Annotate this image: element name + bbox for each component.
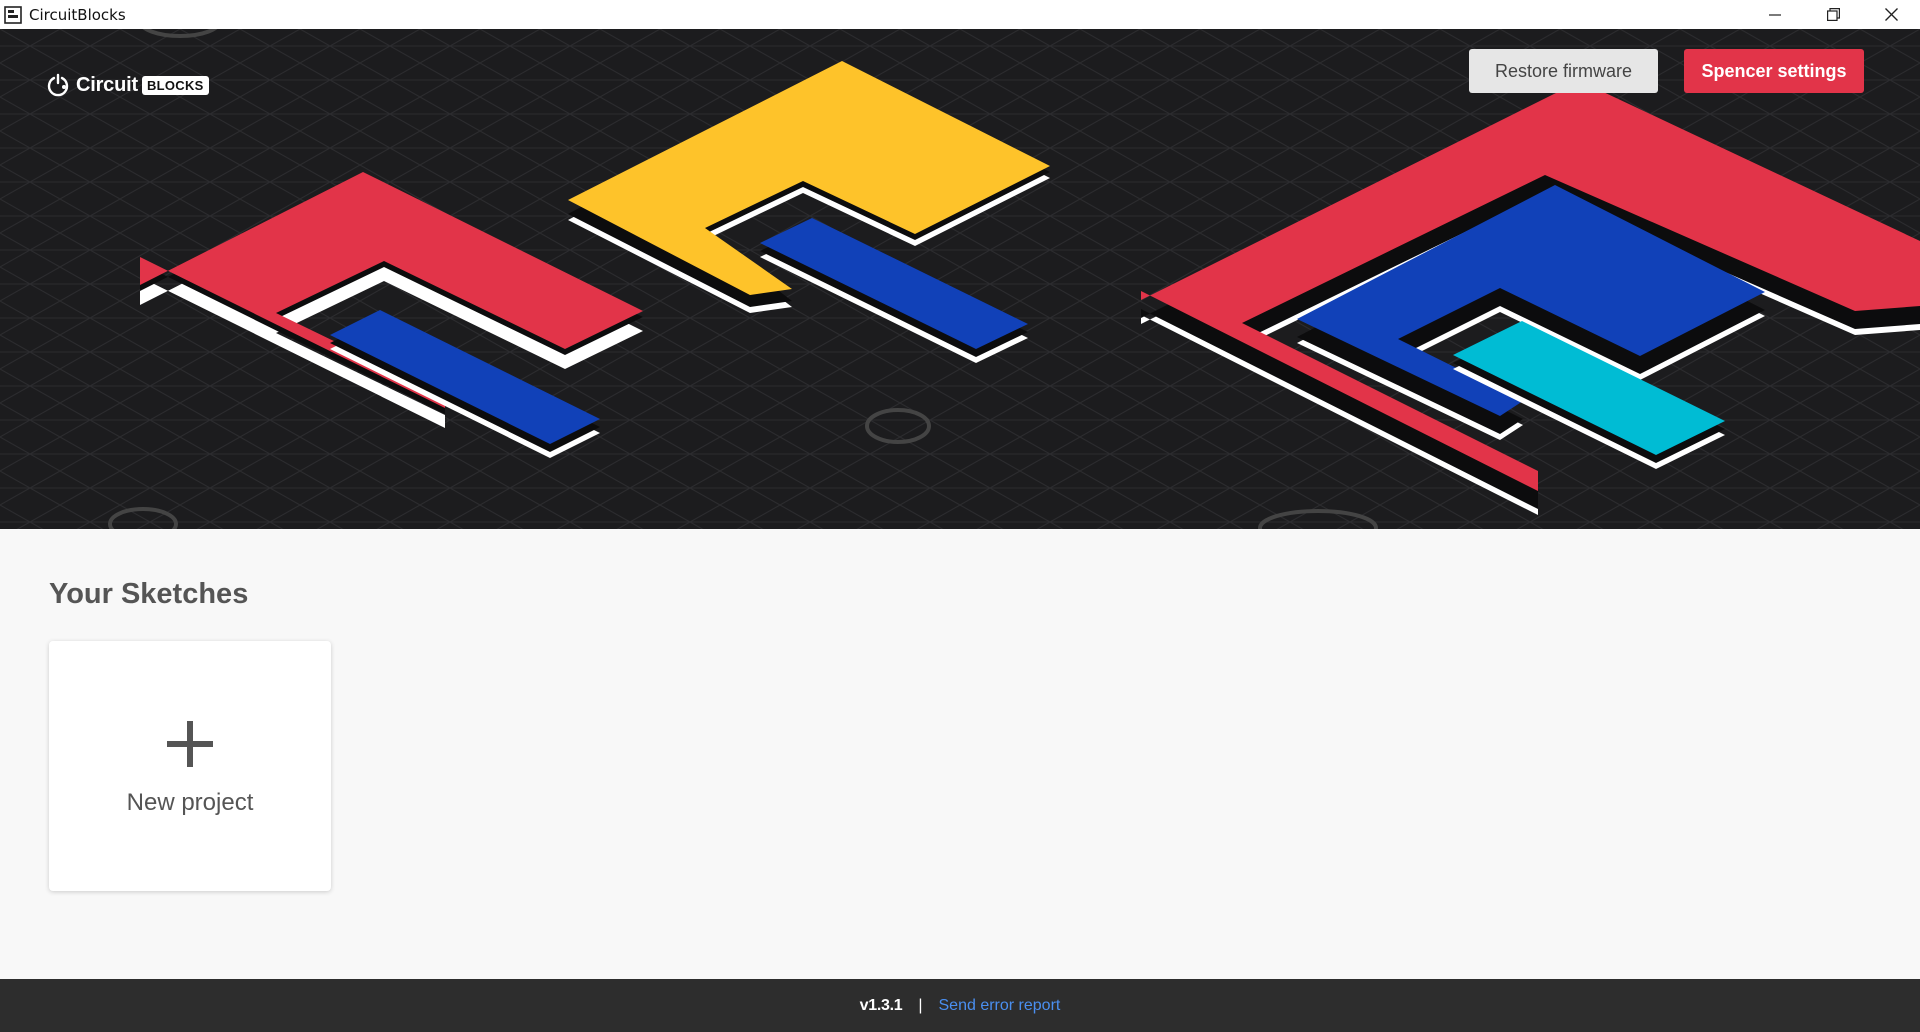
restore-window-icon xyxy=(1826,8,1840,21)
minimize-button[interactable] xyxy=(1746,0,1804,29)
circuitblocks-logo: Circuit BLOCKS xyxy=(46,73,209,97)
restore-window-button[interactable] xyxy=(1804,0,1862,29)
close-icon xyxy=(1884,8,1898,21)
new-project-label: New project xyxy=(126,789,254,816)
window-title: CircuitBlocks xyxy=(29,5,126,24)
close-window-button[interactable] xyxy=(1862,0,1920,29)
power-circuit-icon xyxy=(47,73,69,97)
sketches-title: Your Sketches xyxy=(49,578,249,610)
logo-badge: BLOCKS xyxy=(141,75,209,95)
hero-illustration xyxy=(0,29,1920,529)
footer-bar: v1.3.1 | Send error report xyxy=(0,979,1920,1032)
logo-word: Circuit xyxy=(76,73,138,96)
restore-firmware-button[interactable]: Restore firmware xyxy=(1469,49,1658,93)
hero-banner: Circuit BLOCKS Restore firmware Spencer … xyxy=(0,29,1920,529)
minimize-icon xyxy=(1769,13,1781,16)
spencer-settings-button[interactable]: Spencer settings xyxy=(1684,49,1864,93)
app-icon xyxy=(3,5,23,25)
window-titlebar: CircuitBlocks xyxy=(0,0,1920,29)
plus-icon xyxy=(167,721,213,767)
version-label: v1.3.1 xyxy=(859,996,903,1014)
new-project-card[interactable]: New project xyxy=(49,641,331,891)
footer-separator: | xyxy=(918,996,923,1014)
send-error-report-link[interactable]: Send error report xyxy=(939,997,1061,1015)
